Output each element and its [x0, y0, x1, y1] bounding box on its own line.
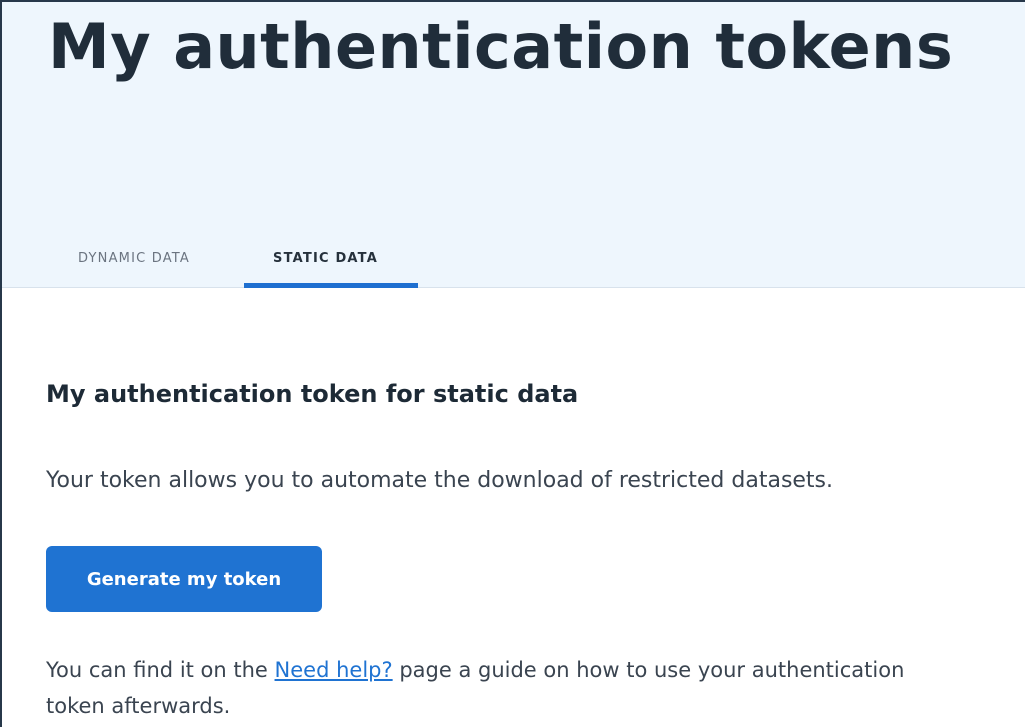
section-title: My authentication token for static data	[46, 380, 579, 408]
help-text-after-link: page a guide on how to use your authenti…	[392, 658, 905, 682]
help-line-2: token afterwards.	[46, 694, 231, 718]
data-type-tabs: DYNAMIC DATA STATIC DATA	[48, 230, 418, 288]
tab-dynamic-data[interactable]: DYNAMIC DATA	[48, 230, 244, 286]
help-text-before-link: You can find it on the	[46, 658, 275, 682]
generate-token-button[interactable]: Generate my token	[46, 546, 322, 612]
tab-static-data[interactable]: STATIC DATA	[244, 230, 418, 288]
help-text: You can find it on the Need help? page a…	[46, 652, 1025, 727]
token-description: Your token allows you to automate the do…	[46, 468, 834, 493]
page-header: My authentication tokens DYNAMIC DATA ST…	[2, 2, 1025, 288]
help-line-1: You can find it on the Need help? page a…	[46, 652, 1025, 688]
page-title: My authentication tokens	[48, 10, 954, 83]
need-help-link[interactable]: Need help?	[275, 658, 393, 682]
